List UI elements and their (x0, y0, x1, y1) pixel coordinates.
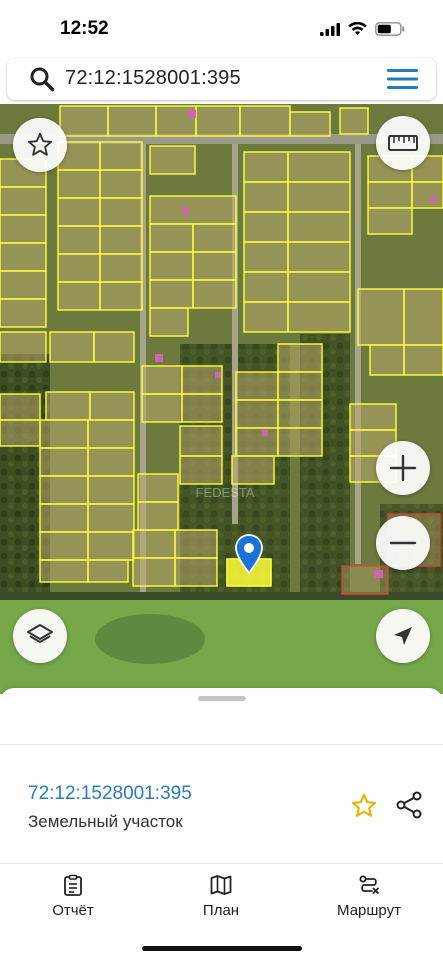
ruler-icon (388, 135, 418, 151)
tab-report[interactable]: Отчёт (18, 874, 128, 919)
battery-icon (375, 22, 405, 36)
share-icon[interactable] (395, 791, 423, 819)
layers-button[interactable] (13, 609, 67, 663)
location-pin-icon[interactable] (235, 534, 263, 574)
satellite-map[interactable]: FEDESTA (0, 104, 443, 694)
favorite-star-icon[interactable] (350, 792, 378, 820)
parcel-type: Земельный участок (28, 812, 183, 831)
layers-icon (27, 624, 53, 643)
hamburger-menu-icon[interactable] (387, 68, 418, 90)
parcel-number[interactable]: 72:12:1528001:395 (28, 783, 192, 805)
locate-me-button[interactable] (376, 609, 430, 663)
tab-label: Отчёт (52, 902, 94, 919)
search-icon[interactable] (29, 66, 55, 92)
zoom-in-button[interactable] (376, 441, 430, 495)
tab-plan[interactable]: План (166, 874, 276, 919)
status-bar: 12:52 (0, 0, 443, 58)
location-arrow-icon (394, 627, 412, 645)
wifi-icon (348, 22, 367, 35)
star-outline-icon (27, 132, 53, 156)
zoom-out-button[interactable] (376, 516, 430, 570)
route-icon (359, 875, 379, 894)
home-indicator (142, 946, 302, 951)
favorite-button[interactable] (13, 118, 67, 172)
search-input[interactable]: 72:12:1528001:395 (65, 67, 241, 90)
sheet-drag-handle[interactable] (198, 696, 246, 701)
status-icons (320, 22, 405, 36)
tab-label: План (202, 902, 240, 919)
map-imagery[interactable]: FEDESTA (0, 104, 443, 694)
report-icon (64, 874, 82, 896)
minus-icon (389, 541, 417, 545)
signal-icon (320, 22, 340, 36)
tab-route[interactable]: Маршрут (314, 874, 424, 919)
search-bar[interactable]: 72:12:1528001:395 (7, 58, 436, 100)
divider (0, 744, 443, 745)
plus-icon (389, 454, 417, 482)
tab-label: Маршрут (337, 902, 401, 919)
map-watermark: FEDESTA (196, 485, 255, 500)
ruler-button[interactable] (376, 116, 430, 170)
map-plan-icon (210, 875, 232, 895)
status-time: 12:52 (60, 18, 109, 39)
